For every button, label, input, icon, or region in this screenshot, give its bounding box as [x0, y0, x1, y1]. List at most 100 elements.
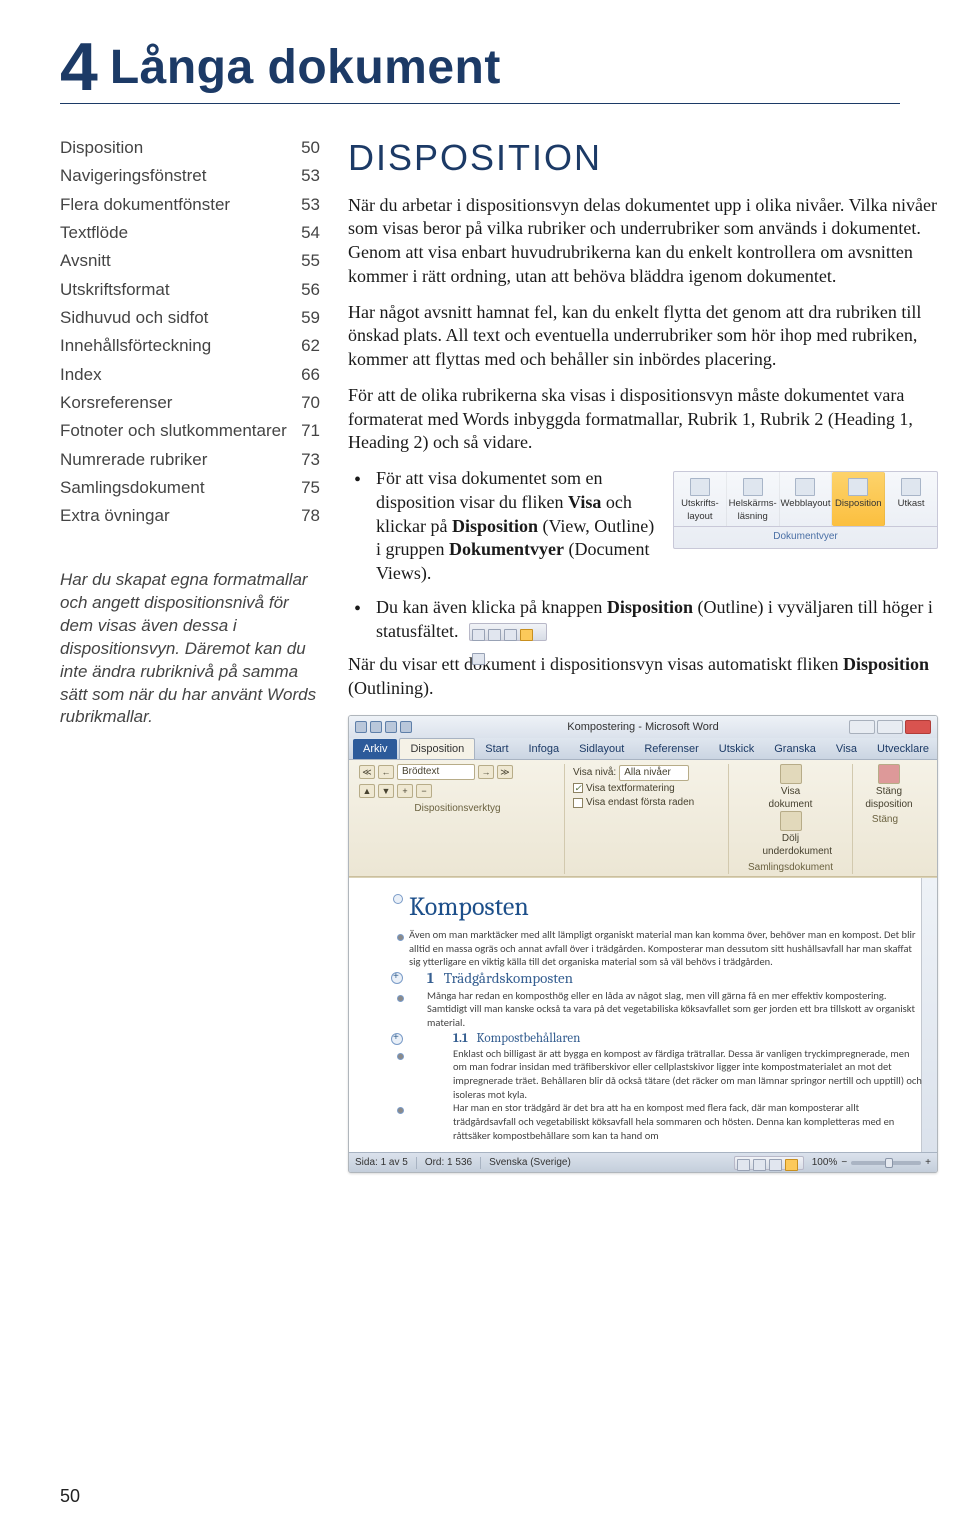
status-view-switcher[interactable] [734, 1156, 804, 1170]
word-window-screenshot: Kompostering - Microsoft Word Arkiv Disp… [348, 715, 938, 1174]
outline-bodytext[interactable]: Många har redan en komposthög eller en l… [409, 989, 923, 1030]
checkbox-textformatting[interactable]: Visa textformatering [573, 782, 720, 795]
label: Dölj underdokument [763, 833, 833, 857]
outline-bodytext[interactable]: Har man en stor trädgård är det bra att … [409, 1101, 923, 1142]
toc-page: 59 [301, 305, 320, 331]
label: Visa textformatering [586, 782, 675, 795]
mini-view-icon[interactable] [488, 629, 501, 641]
mini-view-icon[interactable] [504, 629, 517, 641]
minimize-button[interactable] [849, 720, 875, 734]
text: När du visar ett dokument i dispositions… [348, 654, 843, 674]
status-page[interactable]: Sida: 1 av 5 [355, 1156, 408, 1169]
tab-review[interactable]: Granska [764, 739, 826, 759]
close-outline-button[interactable]: Stäng disposition [861, 764, 917, 811]
maximize-button[interactable] [877, 720, 903, 734]
outline-document-area[interactable]: Komposten Även om man marktäcker med all… [349, 877, 937, 1153]
body-paragraph: Har något avsnitt hamnat fel, kan du enk… [348, 301, 938, 372]
toc-page: 55 [301, 248, 320, 274]
view-icon[interactable] [785, 1159, 798, 1171]
show-document-button[interactable]: Visa dokument [763, 764, 819, 811]
tab-start[interactable]: Start [475, 739, 518, 759]
demote-button[interactable]: → [478, 765, 494, 779]
toc-label: Korsreferenser [60, 390, 172, 416]
toc-page: 66 [301, 362, 320, 388]
view-icon[interactable] [769, 1159, 782, 1171]
tab-mailings[interactable]: Utskick [709, 739, 764, 759]
mini-view-icon[interactable] [472, 629, 485, 641]
tab-file[interactable]: Arkiv [353, 739, 397, 759]
tab-insert[interactable]: Infoga [519, 739, 570, 759]
toc-label: Index [60, 362, 102, 388]
promote-to-heading1-button[interactable]: ≪ [359, 765, 375, 779]
outline-heading1[interactable]: Komposten [409, 890, 923, 924]
toc-page: 53 [301, 163, 320, 189]
collapse-button[interactable]: − [416, 784, 432, 798]
demote-to-body-button[interactable]: ≫ [497, 765, 513, 779]
collapse-subdoc-button[interactable]: Dölj underdokument [763, 811, 819, 858]
outline-level-select[interactable]: Brödtext [397, 764, 475, 780]
label: Visa endast första raden [586, 796, 694, 809]
close-button[interactable] [905, 720, 931, 734]
view-icon[interactable] [737, 1159, 750, 1171]
redo-icon[interactable] [400, 721, 412, 733]
toc-label: Avsnitt [60, 248, 111, 274]
status-words[interactable]: Ord: 1 536 [425, 1156, 472, 1169]
tab-references[interactable]: Referenser [634, 739, 708, 759]
bullet-item: Du kan även klicka på knappen Dispositio… [376, 596, 938, 644]
label: Visa dokument [769, 786, 813, 810]
toc-label: Numrerade rubriker [60, 447, 207, 473]
move-down-button[interactable]: ▼ [378, 784, 394, 798]
text: Du kan även klicka på knappen [376, 597, 607, 617]
word-icon [355, 721, 367, 733]
section-heading: DISPOSITION [348, 134, 938, 182]
toc-page: 62 [301, 333, 320, 359]
toc-page: 75 [301, 475, 320, 501]
ribbon-group-label: Dispositionsverktyg [359, 802, 556, 815]
window-titlebar[interactable]: Kompostering - Microsoft Word [349, 716, 937, 738]
tab-view[interactable]: Visa [826, 739, 867, 759]
tab-outline[interactable]: Disposition [399, 738, 475, 759]
toc-page: 50 [301, 135, 320, 161]
toc-page: 53 [301, 192, 320, 218]
move-up-button[interactable]: ▲ [359, 784, 375, 798]
toc-page: 71 [301, 418, 320, 444]
checkbox-icon [573, 798, 583, 808]
checkbox-icon [573, 783, 583, 793]
toc-label: Sidhuvud och sidfot [60, 305, 208, 331]
status-language[interactable]: Svenska (Sverige) [489, 1156, 571, 1169]
toc-label: Flera dokument­fönster [60, 192, 230, 218]
vertical-scrollbar[interactable] [921, 878, 937, 1153]
zoom-slider-thumb[interactable] [885, 1158, 893, 1168]
outline-bodytext[interactable]: Även om man marktäcker med allt lämpligt… [409, 928, 923, 969]
tab-pagelayout[interactable]: Sidlayout [569, 739, 634, 759]
text: (Outlining). [348, 678, 434, 698]
outline-heading3[interactable]: Kompostbehållaren [477, 1031, 581, 1046]
mini-view-icon-outline[interactable] [520, 629, 533, 641]
view-icon[interactable] [753, 1159, 766, 1171]
mini-view-icon[interactable] [472, 653, 485, 665]
outline-bodytext[interactable]: Enklast och billigast är att bygga en ko… [409, 1047, 923, 1102]
toc-page: 56 [301, 277, 320, 303]
promote-button[interactable]: ← [378, 765, 394, 779]
close-icon [878, 764, 900, 784]
outline-heading2[interactable]: Trädgårdskomposten [444, 969, 573, 987]
text-bold: Disposition [452, 516, 538, 536]
save-icon[interactable] [370, 721, 382, 733]
quick-access-toolbar[interactable] [355, 721, 412, 733]
text-bold: Disposition [843, 654, 929, 674]
main-content: DISPOSITION När du arbetar i disposition… [348, 134, 938, 1173]
tab-developer[interactable]: Utvecklare [867, 739, 938, 759]
checkbox-firstlineonly[interactable]: Visa endast första raden [573, 796, 720, 809]
text-bold: Visa [568, 492, 601, 512]
page-number: 50 [60, 1486, 80, 1507]
show-level-select[interactable]: Alla nivåer [619, 765, 689, 781]
undo-icon[interactable] [385, 721, 397, 733]
body-paragraph: För att de olika rubrikerna ska visas i … [348, 384, 938, 455]
text-bold: Disposition [607, 597, 693, 617]
chapter-title: Långa dokument [110, 40, 501, 95]
title-rule [60, 103, 900, 104]
expand-button[interactable]: + [397, 784, 413, 798]
toc-label: Disposition [60, 135, 143, 161]
zoom-control[interactable]: 100% −+ [812, 1156, 931, 1169]
toc-label: Samlingsdokument [60, 475, 205, 501]
